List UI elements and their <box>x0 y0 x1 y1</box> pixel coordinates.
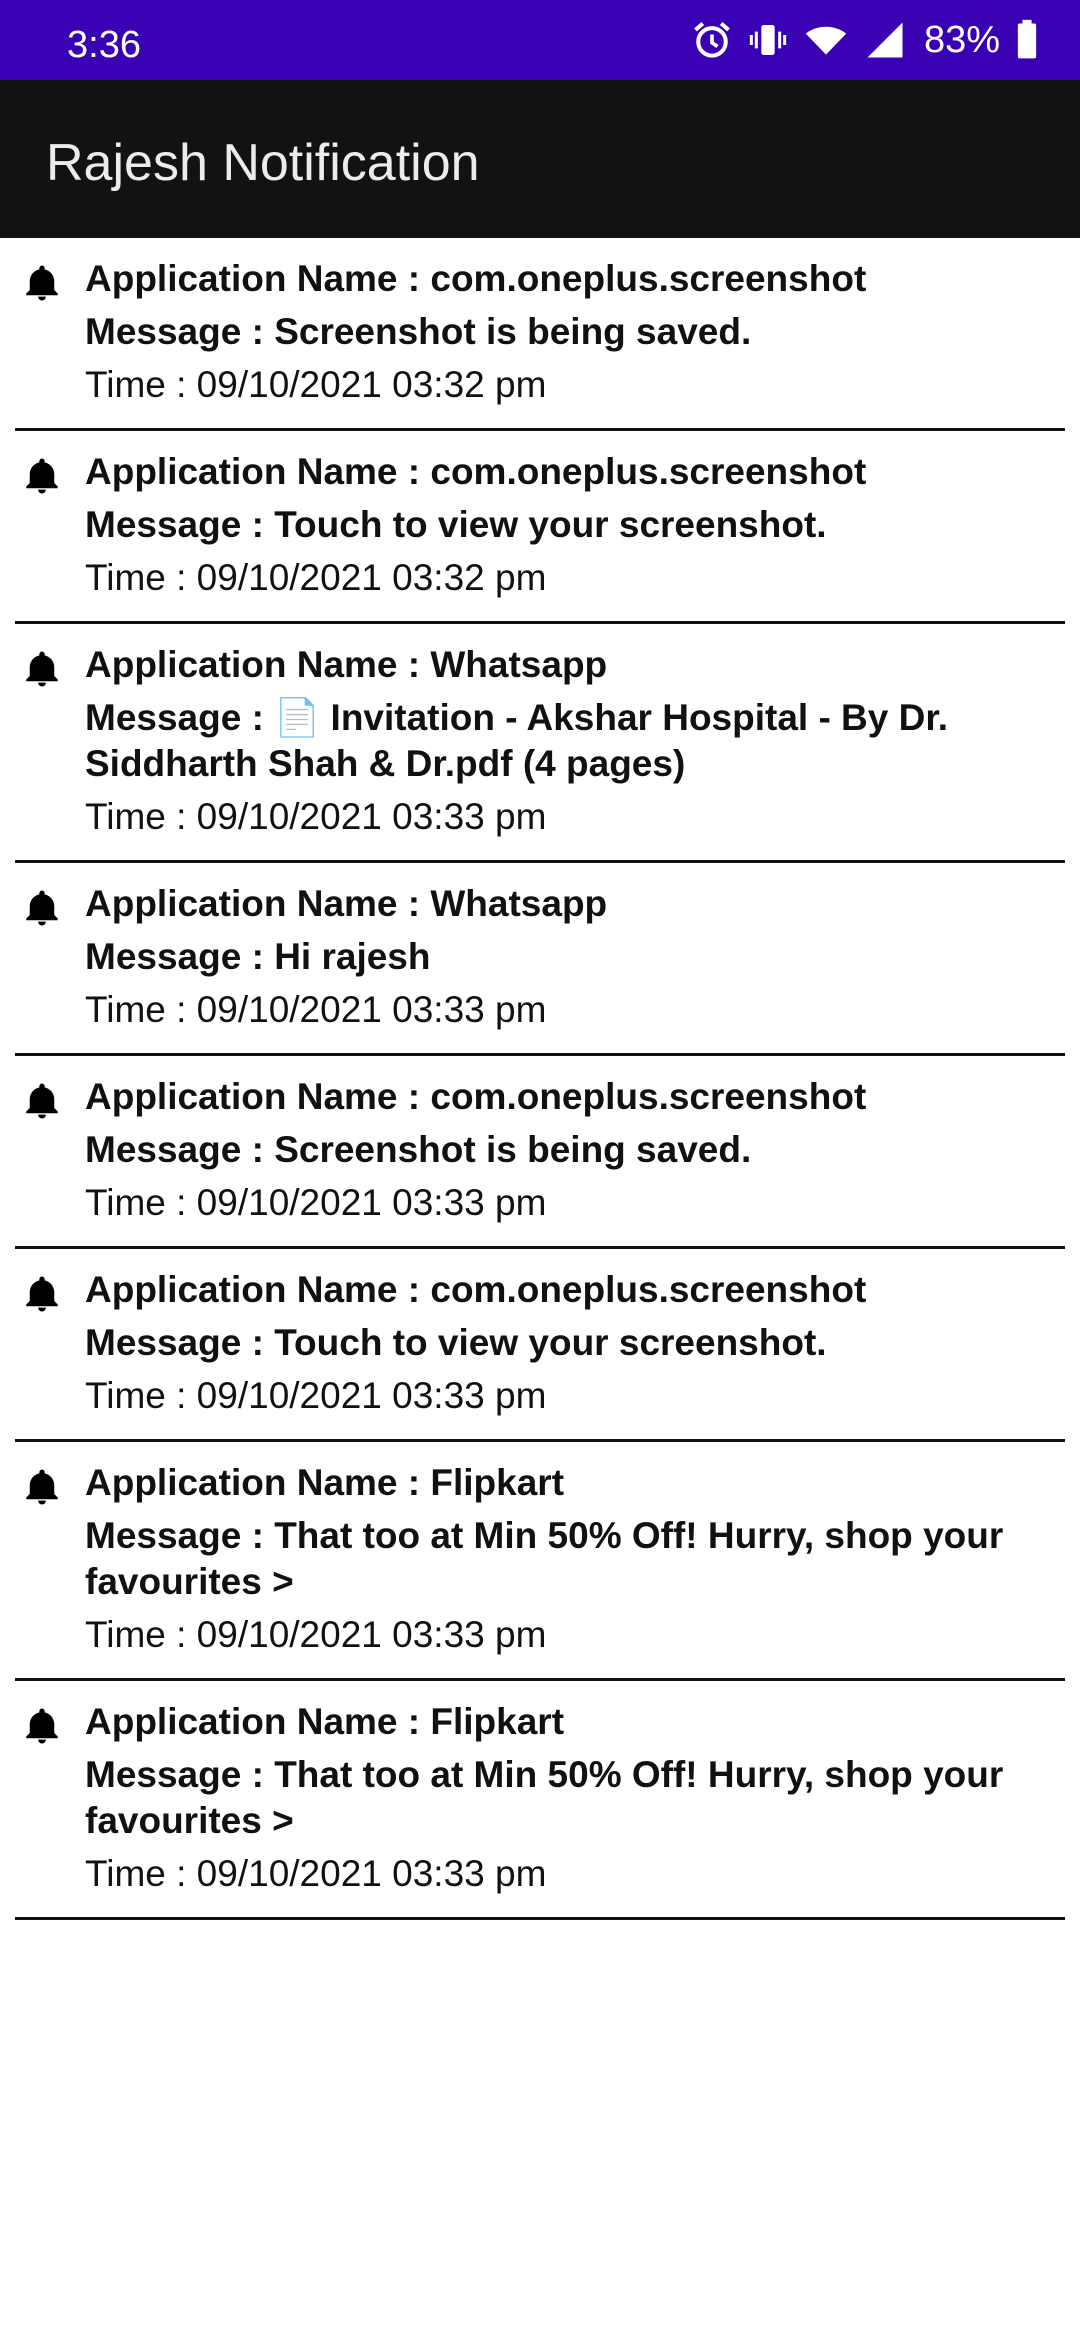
message: Message : Touch to view your screenshot. <box>85 1322 827 1363</box>
list-item[interactable]: Application Name : Flipkart Message : Th… <box>15 1681 1065 1920</box>
timestamp: Time : 09/10/2021 03:32 pm <box>85 557 547 598</box>
battery-icon <box>1017 19 1037 59</box>
bell-icon <box>26 1276 58 1312</box>
vibrate-icon <box>749 25 787 55</box>
notification-list: Application Name : com.oneplus.screensho… <box>0 238 1080 1920</box>
app-name: Application Name : Flipkart <box>85 1701 565 1742</box>
timestamp: Time : 09/10/2021 03:32 pm <box>85 364 547 405</box>
app-name: Application Name : Whatsapp <box>85 644 608 685</box>
page-title: Rajesh Notification <box>46 134 480 192</box>
list-item[interactable]: Application Name : Whatsapp Message : Hi… <box>15 863 1065 1056</box>
status-time: 3:36 <box>67 24 141 66</box>
app-name: Application Name : com.oneplus.screensho… <box>85 1076 867 1117</box>
message: Message : Touch to view your screenshot. <box>85 504 827 545</box>
message: Message : Screenshot is being saved. <box>85 311 752 352</box>
bell-icon <box>26 1469 58 1505</box>
list-item[interactable]: Application Name : com.oneplus.screensho… <box>15 1249 1065 1442</box>
bell-icon <box>26 890 58 926</box>
list-item[interactable]: Application Name : com.oneplus.screensho… <box>15 1056 1065 1249</box>
list-item[interactable]: Application Name : com.oneplus.screensho… <box>15 431 1065 624</box>
app-name: Application Name : com.oneplus.screensho… <box>85 1269 867 1310</box>
message: Message : Hi rajesh <box>85 936 431 977</box>
bell-icon <box>26 1708 58 1744</box>
message: Message : That too at Min 50% Off! Hurry… <box>85 1515 1004 1602</box>
app-name: Application Name : Whatsapp <box>85 883 608 924</box>
app-name: Application Name : com.oneplus.screensho… <box>85 451 867 492</box>
timestamp: Time : 09/10/2021 03:33 pm <box>85 1182 547 1223</box>
timestamp: Time : 09/10/2021 03:33 pm <box>85 796 547 837</box>
alarm-icon <box>694 21 730 58</box>
list-item[interactable]: Application Name : Flipkart Message : Th… <box>15 1442 1065 1681</box>
list-item[interactable]: Application Name : Whatsapp Message : 📄 … <box>15 624 1065 863</box>
bell-icon <box>26 458 58 494</box>
bell-icon <box>26 1083 58 1119</box>
status-icons: 83% <box>690 0 1040 80</box>
bell-icon <box>26 651 58 687</box>
timestamp: Time : 09/10/2021 03:33 pm <box>85 1614 547 1655</box>
app-name: Application Name : Flipkart <box>85 1462 565 1503</box>
signal-icon <box>867 22 903 58</box>
timestamp: Time : 09/10/2021 03:33 pm <box>85 1853 547 1894</box>
bell-icon <box>26 265 58 301</box>
app-name: Application Name : com.oneplus.screensho… <box>85 258 867 299</box>
battery-percent: 83% <box>923 19 1000 61</box>
app-bar: Rajesh Notification <box>0 80 1080 238</box>
list-item[interactable]: Application Name : com.oneplus.screensho… <box>15 238 1065 431</box>
timestamp: Time : 09/10/2021 03:33 pm <box>85 1375 547 1416</box>
wifi-icon <box>805 26 847 55</box>
message: Message : That too at Min 50% Off! Hurry… <box>85 1754 1004 1841</box>
message: Message : Screenshot is being saved. <box>85 1129 752 1170</box>
message: Message : 📄 Invitation - Akshar Hospital… <box>85 697 948 784</box>
timestamp: Time : 09/10/2021 03:33 pm <box>85 989 547 1030</box>
status-bar: 3:36 83% <box>0 0 1080 80</box>
